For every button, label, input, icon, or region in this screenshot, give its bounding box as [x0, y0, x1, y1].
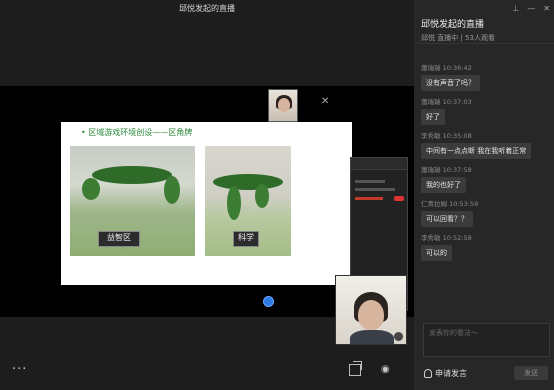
list-item: 仁青拉姆 10:53:59 可以回看？？ [421, 198, 551, 227]
sign-right: 科学 [233, 231, 259, 247]
video-stage: 邱悦发起的直播 • 区域游戏环境创设——区角牌 益智区 科学 ✕ ··· ◉ [0, 0, 414, 390]
msg-text: 没有声音了吗？ [421, 75, 480, 91]
msg-sender: 仁青拉姆 [421, 200, 447, 208]
msg-text: 可以回看？？ [421, 211, 473, 227]
apply-speak-button[interactable]: 申请发言 [424, 368, 467, 379]
msg-time: 10:37:03 [442, 98, 472, 106]
message-list[interactable]: 蕭瑞瑞 10:36:42 没有声音了吗？ 蕭瑞瑞 10:37:03 好了 李秀敏… [421, 62, 551, 266]
mic-icon[interactable] [263, 296, 274, 307]
list-item: 蕭瑞瑞 10:36:42 没有声音了吗？ [421, 62, 551, 91]
presenter-thumbnail[interactable] [268, 89, 298, 122]
list-item: 李秀敏 10:35:08 中间有一点点断 我在我听着正常 [421, 130, 551, 159]
msg-sender: 李秀敏 [421, 132, 441, 140]
apply-speak-label: 申请发言 [435, 369, 467, 378]
slide-photo-left: 益智区 [70, 146, 195, 256]
msg-sender: 李秀敏 [421, 234, 441, 242]
close-window-icon[interactable]: ✕ [543, 4, 550, 13]
window-controls: ⊥ — ✕ [512, 4, 550, 13]
msg-time: 10:35:08 [442, 132, 472, 140]
msg-text: 中间有一点点断 我在我听着正常 [421, 143, 532, 159]
msg-time: 10:52:58 [442, 234, 472, 242]
more-dots-icon[interactable]: ··· [12, 362, 27, 377]
pin-icon[interactable]: ⊥ [512, 4, 519, 13]
panel-header: ⊥ — ✕ 邱悦发起的直播 邱悦 直播中 | 53人观看 [414, 0, 554, 44]
msg-text: 好了 [421, 109, 445, 125]
mic-icon [424, 369, 432, 378]
layout-icon[interactable] [349, 361, 362, 376]
eye-icon[interactable]: ◉ [381, 364, 397, 376]
comment-input[interactable]: 发表你的看法～ [423, 323, 550, 357]
msg-text: 可以的 [421, 245, 452, 261]
slide-title: • 区域游戏环境创设——区角牌 [81, 128, 193, 137]
list-item: 李秀敏 10:52:58 可以的 [421, 232, 551, 261]
close-icon[interactable]: ✕ [321, 96, 329, 107]
slide-photo-right: 科学 [205, 146, 291, 256]
msg-time: 10:36:42 [442, 64, 472, 72]
local-camera-preview[interactable] [335, 275, 407, 345]
sign-left: 益智区 [98, 231, 140, 247]
msg-sender: 蕭瑞瑞 [421, 166, 441, 174]
camera-switch-icon[interactable] [394, 332, 403, 341]
msg-text: 我的也好了 [421, 177, 466, 193]
list-item: 蕭瑞瑞 10:37:03 好了 [421, 96, 551, 125]
msg-time: 10:37:58 [442, 166, 472, 174]
msg-time: 10:53:59 [449, 200, 479, 208]
shared-slide: • 区域游戏环境创设——区角牌 益智区 科学 [61, 122, 408, 311]
minimize-icon[interactable]: — [527, 4, 535, 13]
msg-sender: 蕭瑞瑞 [421, 64, 441, 72]
live-status: 邱悦 直播中 | 53人观看 [421, 34, 495, 42]
live-title: 邱悦发起的直播 [421, 20, 485, 30]
stage-title: 邱悦发起的直播 [179, 4, 235, 13]
list-item: 蕭瑞瑞 10:37:58 我的也好了 [421, 164, 551, 193]
msg-sender: 蕭瑞瑞 [421, 98, 441, 106]
send-button[interactable]: 发送 [514, 366, 548, 380]
